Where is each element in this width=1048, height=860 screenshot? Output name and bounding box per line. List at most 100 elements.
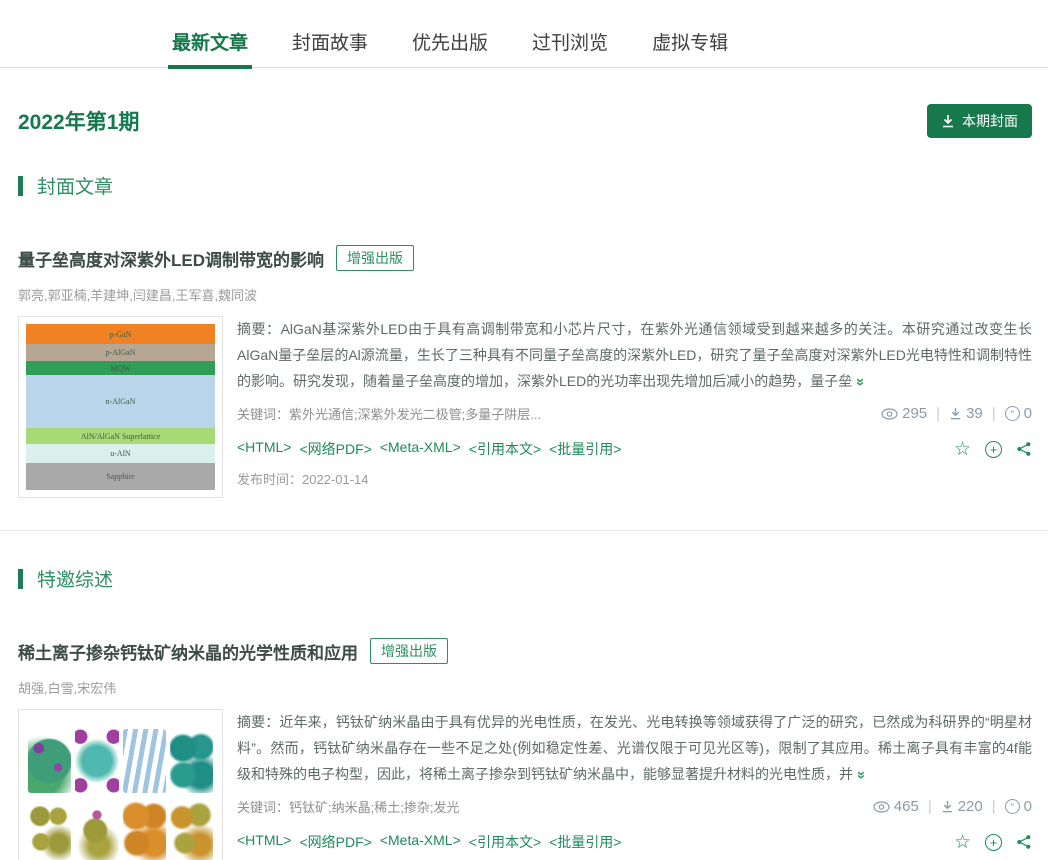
download-icon [949, 407, 962, 420]
section-label: 特邀综述 [37, 565, 113, 592]
eye-icon [881, 408, 898, 420]
favorite-star-icon[interactable]: ☆ [954, 440, 971, 459]
crystal-structure-image [75, 729, 118, 793]
tab-archive[interactable]: 过刊浏览 [532, 22, 608, 67]
keywords-row: 关键词：紫外光通信;深紫外发光二极管;多量子阱层... 295 | 39 | [237, 404, 1032, 423]
pdf-link[interactable]: <网络PDF> [299, 439, 371, 459]
citations-count: 0 [1024, 405, 1032, 422]
expand-abstract-icon[interactable]: » [848, 771, 874, 779]
enhanced-publication-badge: 增强出版 [336, 245, 414, 271]
batch-cite-link[interactable]: <批量引用> [549, 832, 621, 852]
meta-xml-link[interactable]: <Meta-XML> [380, 439, 461, 459]
share-icon[interactable] [1016, 441, 1032, 457]
article-stats: 295 | 39 | ” 0 [881, 405, 1032, 422]
led-layer: p-GaN [26, 324, 215, 344]
led-layer: p-AlGaN [26, 344, 215, 361]
led-layer: n-AlGaN [26, 375, 215, 428]
article-keywords: 关键词：钙钛矿;纳米晶;稀土;掺杂;发光 [237, 797, 459, 816]
crystal-structure-image [170, 729, 213, 793]
article-action-icons: ☆ + [954, 833, 1032, 852]
article-authors: 胡强,白雪,宋宏伟 [18, 678, 1032, 697]
links-row: <HTML> <网络PDF> <Meta-XML> <引用本文> <批量引用> … [237, 439, 1032, 459]
article-abstract: 摘要：近年来，钙钛矿纳米晶由于具有优异的光电性质，在发光、光电转换等领域获得了广… [237, 709, 1032, 788]
issue-title: 2022年第1期 [18, 106, 139, 136]
keywords-label: 关键词： [237, 407, 289, 422]
article-thumbnail-crystal-structures[interactable] [18, 709, 223, 860]
meta-xml-link[interactable]: <Meta-XML> [380, 832, 461, 852]
abstract-text: AlGaN基深紫外LED由于具有高调制带宽和小芯片尺寸，在紫外光通信领域受到越来… [237, 321, 1032, 389]
enhanced-publication-badge: 增强出版 [370, 638, 448, 664]
keywords-label: 关键词： [237, 800, 289, 815]
html-link[interactable]: <HTML> [237, 439, 291, 459]
views-stat: 295 [881, 405, 927, 422]
publish-date-label: 发布时间： [237, 472, 302, 487]
crystal-structure-image [123, 729, 166, 793]
abstract-label: 摘要： [237, 714, 279, 730]
downloads-stat: 220 [941, 798, 983, 815]
article-title-row: 量子垒高度对深紫外LED调制带宽的影响 增强出版 [18, 245, 1032, 271]
eye-icon [873, 801, 890, 813]
crystal-structure-grid [26, 717, 215, 860]
crystal-structure-image [75, 797, 118, 860]
article-authors: 郭亮,郭亚楠,羊建坤,闫建昌,王军喜,魏同波 [18, 285, 1032, 304]
keywords-text: 紫外光通信;深紫外发光二极管;多量子阱层... [289, 407, 541, 422]
downloads-stat: 39 [949, 405, 983, 422]
stat-separator: | [928, 798, 932, 815]
downloads-count: 220 [958, 798, 983, 815]
section-heading-invited-review: 特邀综述 [18, 565, 1048, 592]
document-links: <HTML> <网络PDF> <Meta-XML> <引用本文> <批量引用> [237, 439, 621, 459]
keywords-row: 关键词：钙钛矿;纳米晶;稀土;掺杂;发光 465 | 220 | [237, 797, 1032, 816]
add-to-collection-icon[interactable]: + [985, 834, 1002, 851]
article-keywords: 关键词：紫外光通信;深紫外发光二极管;多量子阱层... [237, 404, 541, 423]
crystal-structure-image [28, 797, 71, 860]
abstract-label: 摘要： [237, 321, 281, 337]
publish-date-value: 2022-01-14 [302, 472, 369, 487]
views-count: 465 [894, 798, 919, 815]
led-layer: AlN/AlGaN Superlattice [26, 428, 215, 444]
article-title-link[interactable]: 稀土离子掺杂钙钛矿纳米晶的光学性质和应用 [18, 639, 358, 664]
crystal-structure-image [170, 797, 213, 860]
html-link[interactable]: <HTML> [237, 832, 291, 852]
cite-article-link[interactable]: <引用本文> [469, 439, 541, 459]
document-links: <HTML> <网络PDF> <Meta-XML> <引用本文> <批量引用> [237, 832, 621, 852]
article-title-row: 稀土离子掺杂钙钛矿纳米晶的光学性质和应用 增强出版 [18, 638, 1032, 664]
section-divider [0, 530, 1048, 531]
article-body: p-GaN p-AlGaN MQW n-AlGaN AlN/AlGaN Supe… [18, 316, 1032, 498]
stat-separator: | [936, 405, 940, 422]
favorite-star-icon[interactable]: ☆ [954, 833, 971, 852]
publish-date-row: 发布时间：2022-01-14 [237, 469, 1032, 488]
issue-cover-button-label: 本期封面 [962, 111, 1018, 131]
views-stat: 465 [873, 798, 919, 815]
citation-icon: ” [1005, 406, 1020, 421]
issue-tabbar: 最新文章 封面故事 优先出版 过刊浏览 虚拟专辑 [0, 0, 1048, 68]
article-title-link[interactable]: 量子垒高度对深紫外LED调制带宽的影响 [18, 246, 324, 271]
download-icon [941, 114, 955, 128]
article-item: 稀土离子掺杂钙钛矿纳米晶的光学性质和应用 增强出版 胡强,白雪,宋宏伟 [0, 638, 1048, 860]
views-count: 295 [902, 405, 927, 422]
led-layer: MQW [26, 361, 215, 375]
led-layer: u-AlN [26, 444, 215, 463]
tab-cover-story[interactable]: 封面故事 [292, 22, 368, 67]
section-accent-bar [18, 176, 23, 196]
cite-article-link[interactable]: <引用本文> [469, 832, 541, 852]
article-stats: 465 | 220 | ” 0 [873, 798, 1032, 815]
batch-cite-link[interactable]: <批量引用> [549, 439, 621, 459]
article-thumbnail-led-stack[interactable]: p-GaN p-AlGaN MQW n-AlGaN AlN/AlGaN Supe… [18, 316, 223, 498]
issue-cover-button[interactable]: 本期封面 [927, 104, 1032, 138]
citations-stat: ” 0 [1005, 405, 1032, 422]
add-to-collection-icon[interactable]: + [985, 441, 1002, 458]
stat-separator: | [992, 798, 996, 815]
tab-online-first[interactable]: 优先出版 [412, 22, 488, 67]
tab-latest-articles[interactable]: 最新文章 [172, 22, 248, 67]
pdf-link[interactable]: <网络PDF> [299, 832, 371, 852]
tab-virtual-special[interactable]: 虚拟专辑 [652, 22, 728, 67]
downloads-count: 39 [966, 405, 983, 422]
share-icon[interactable] [1016, 834, 1032, 850]
section-heading-cover-article: 封面文章 [18, 172, 1048, 199]
citations-count: 0 [1024, 798, 1032, 815]
links-row: <HTML> <网络PDF> <Meta-XML> <引用本文> <批量引用> … [237, 832, 1032, 852]
journal-issue-page: 最新文章 封面故事 优先出版 过刊浏览 虚拟专辑 2022年第1期 本期封面 封… [0, 0, 1048, 860]
abstract-text: 近年来，钙钛矿纳米晶由于具有优异的光电性质，在发光、光电转换等领域获得了广泛的研… [237, 714, 1032, 782]
expand-abstract-icon[interactable]: » [847, 378, 873, 386]
section-label: 封面文章 [37, 172, 113, 199]
